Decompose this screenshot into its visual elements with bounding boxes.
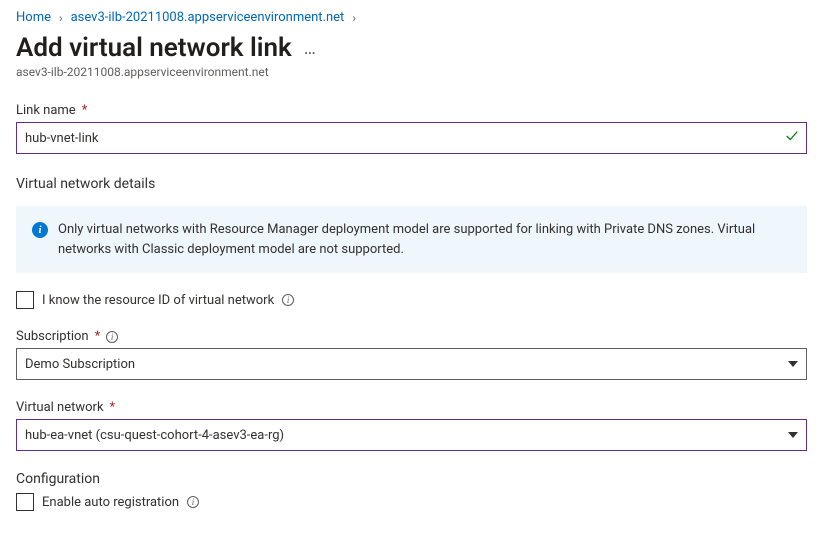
info-icon: i <box>32 222 48 238</box>
breadcrumb: Home › asev3-ilb-20211008.appserviceenvi… <box>16 10 807 25</box>
field-link-name: Link name * <box>16 103 807 154</box>
chevron-down-icon <box>788 361 798 367</box>
section-heading-configuration: Configuration <box>16 471 807 487</box>
field-virtual-network: Virtual network * hub-ea-vnet (csu-quest… <box>16 400 807 451</box>
required-indicator: * <box>110 400 116 415</box>
chevron-right-icon: › <box>59 11 63 25</box>
know-resource-id-checkbox[interactable] <box>16 291 34 309</box>
required-indicator: * <box>95 329 101 344</box>
info-icon[interactable]: i <box>187 496 199 508</box>
page-subtitle: asev3-ilb-20211008.appserviceenvironment… <box>16 65 807 79</box>
enable-auto-registration-label: Enable auto registration <box>42 495 179 510</box>
field-know-resource-id: I know the resource ID of virtual networ… <box>16 291 807 309</box>
field-subscription: Subscription * i Demo Subscription <box>16 329 807 380</box>
section-heading-vnet-details: Virtual network details <box>16 176 807 192</box>
info-icon[interactable]: i <box>106 331 118 343</box>
subscription-value: Demo Subscription <box>25 357 135 372</box>
info-banner: i Only virtual networks with Resource Ma… <box>16 206 807 273</box>
subscription-label: Subscription * i <box>16 329 807 344</box>
info-icon[interactable]: i <box>282 294 294 306</box>
link-name-input[interactable] <box>16 122 807 154</box>
page-title-row: Add virtual network link … <box>16 33 807 63</box>
chevron-right-icon: › <box>352 11 356 25</box>
page-title: Add virtual network link <box>16 33 292 63</box>
link-name-label: Link name * <box>16 103 807 118</box>
info-banner-text: Only virtual networks with Resource Mana… <box>58 220 791 259</box>
field-enable-auto-registration: Enable auto registration i <box>16 493 807 511</box>
virtual-network-label: Virtual network * <box>16 400 807 415</box>
enable-auto-registration-checkbox[interactable] <box>16 493 34 511</box>
virtual-network-select[interactable]: hub-ea-vnet (csu-quest-cohort-4-asev3-ea… <box>16 419 807 451</box>
chevron-down-icon <box>788 432 798 438</box>
more-actions-button[interactable]: … <box>304 38 318 59</box>
required-indicator: * <box>82 103 88 118</box>
know-resource-id-label: I know the resource ID of virtual networ… <box>42 293 274 308</box>
breadcrumb-home[interactable]: Home <box>16 10 51 25</box>
subscription-select[interactable]: Demo Subscription <box>16 348 807 380</box>
breadcrumb-resource[interactable]: asev3-ilb-20211008.appserviceenvironment… <box>71 10 345 25</box>
virtual-network-value: hub-ea-vnet (csu-quest-cohort-4-asev3-ea… <box>25 428 284 443</box>
